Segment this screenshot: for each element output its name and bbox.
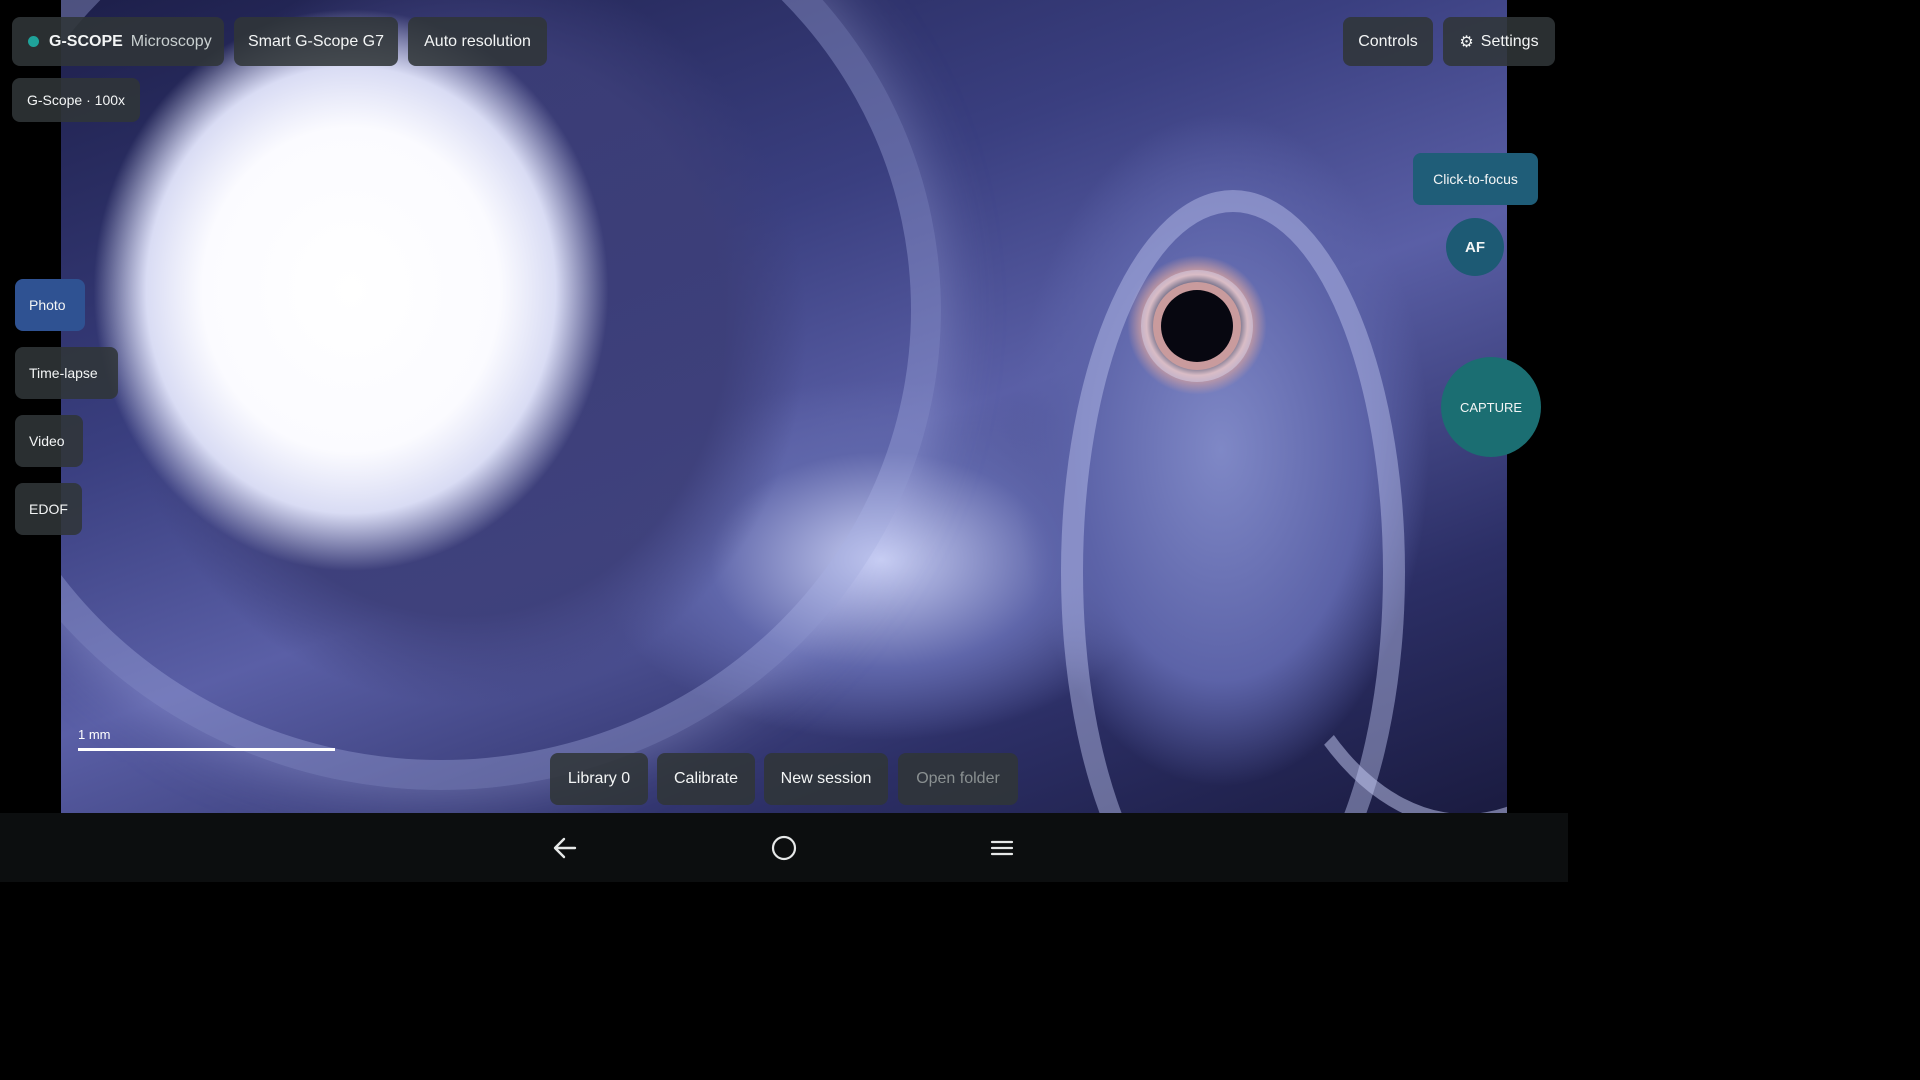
scale-bar <box>78 748 335 751</box>
specimen-arc <box>1061 190 1405 813</box>
lens-ring <box>61 0 941 790</box>
camera-viewport[interactable] <box>61 0 1507 813</box>
back-icon[interactable] <box>549 832 581 864</box>
mode-edof-button[interactable]: EDOF <box>15 483 82 535</box>
scale-bar-label: 1 mm <box>78 727 111 742</box>
gear-icon: ⚙ <box>1459 33 1474 51</box>
mode-photo-button[interactable]: Photo <box>15 279 85 331</box>
calibrate-button[interactable]: Calibrate <box>657 753 755 805</box>
brand-badge: G-SCOPE Microscopy <box>12 17 224 66</box>
open-folder-button[interactable]: Open folder <box>898 753 1018 805</box>
menu-icon[interactable] <box>986 832 1018 864</box>
resolution-button[interactable]: Auto resolution <box>408 17 547 66</box>
brand-subtitle: Microscopy <box>130 32 212 50</box>
mode-timelapse-button[interactable]: Time-lapse <box>15 347 118 399</box>
settings-button[interactable]: ⚙ Settings <box>1443 17 1555 66</box>
autofocus-button[interactable]: AF <box>1446 218 1504 276</box>
magnification-badge: G-Scope · 100x <box>12 78 140 122</box>
specimen-hole <box>1161 290 1233 362</box>
brand-name: G-SCOPE <box>49 32 123 50</box>
status-dot <box>28 36 39 47</box>
device-select-button[interactable]: Smart G-Scope G7 <box>234 17 398 66</box>
click-to-focus-button[interactable]: Click-to-focus <box>1413 153 1538 205</box>
home-icon[interactable] <box>768 832 800 864</box>
settings-label: Settings <box>1480 32 1539 50</box>
library-button[interactable]: Library 0 <box>550 753 648 805</box>
system-nav-bar <box>0 813 1568 882</box>
controls-button[interactable]: Controls <box>1343 17 1433 66</box>
new-session-button[interactable]: New session <box>764 753 888 805</box>
mode-video-button[interactable]: Video <box>15 415 83 467</box>
capture-button[interactable]: CAPTURE <box>1441 357 1541 457</box>
